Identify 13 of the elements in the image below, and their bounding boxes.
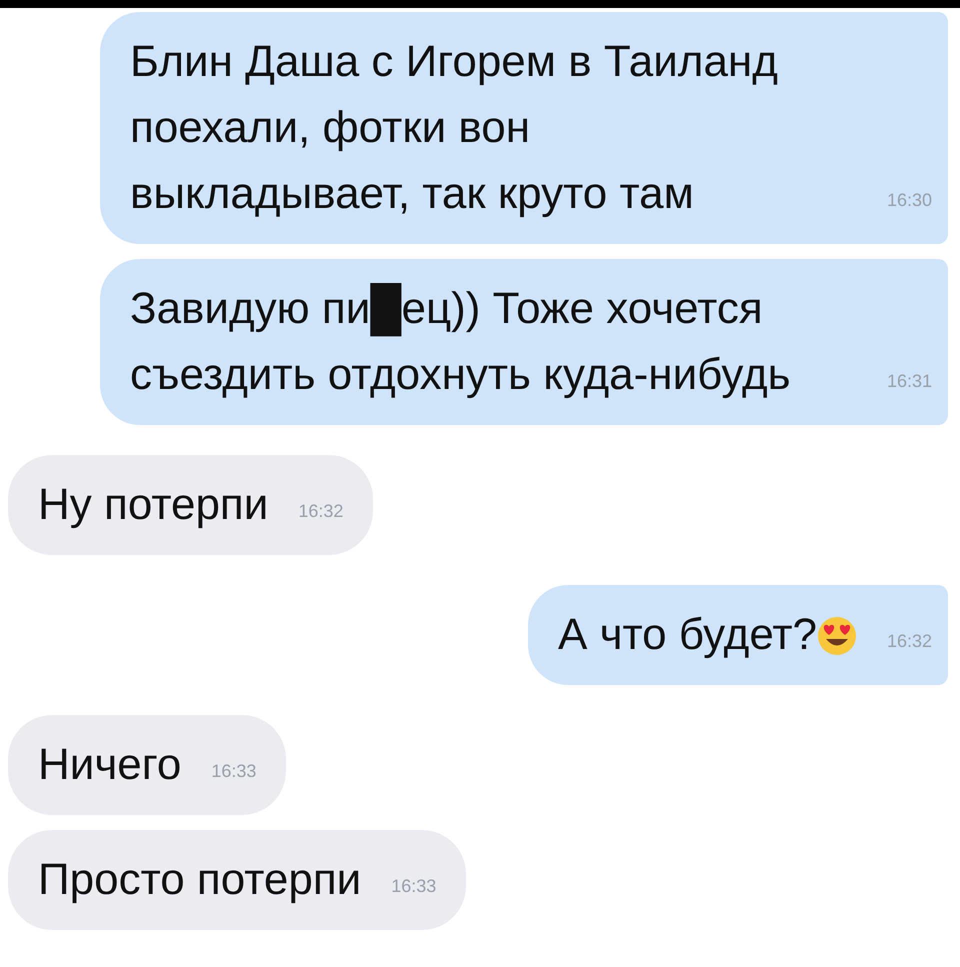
message-text: Просто потерпи — [38, 854, 362, 906]
message-text: Блин Даша с Игорем в Таиланд поехали, фотки вон выкладывает, так круто там — [130, 36, 779, 220]
message-time: 16:32 — [297, 500, 344, 523]
message-text: А что будет? — [558, 609, 817, 661]
message-text: Ничего — [38, 739, 182, 791]
message-time: 16:33 — [390, 875, 436, 898]
heart-eyes-smiley-icon — [816, 616, 857, 656]
message-text: Завидую пи█ец)) Тоже хочется съездить отдохнуть куда-нибудь — [130, 282, 792, 401]
message-time: 16:33 — [210, 760, 256, 783]
message-time: 16:32 — [886, 630, 932, 653]
message-time: 16:30 — [886, 189, 932, 212]
message-time: 16:31 — [886, 370, 932, 393]
message-text: Ну потерпи — [38, 479, 268, 531]
